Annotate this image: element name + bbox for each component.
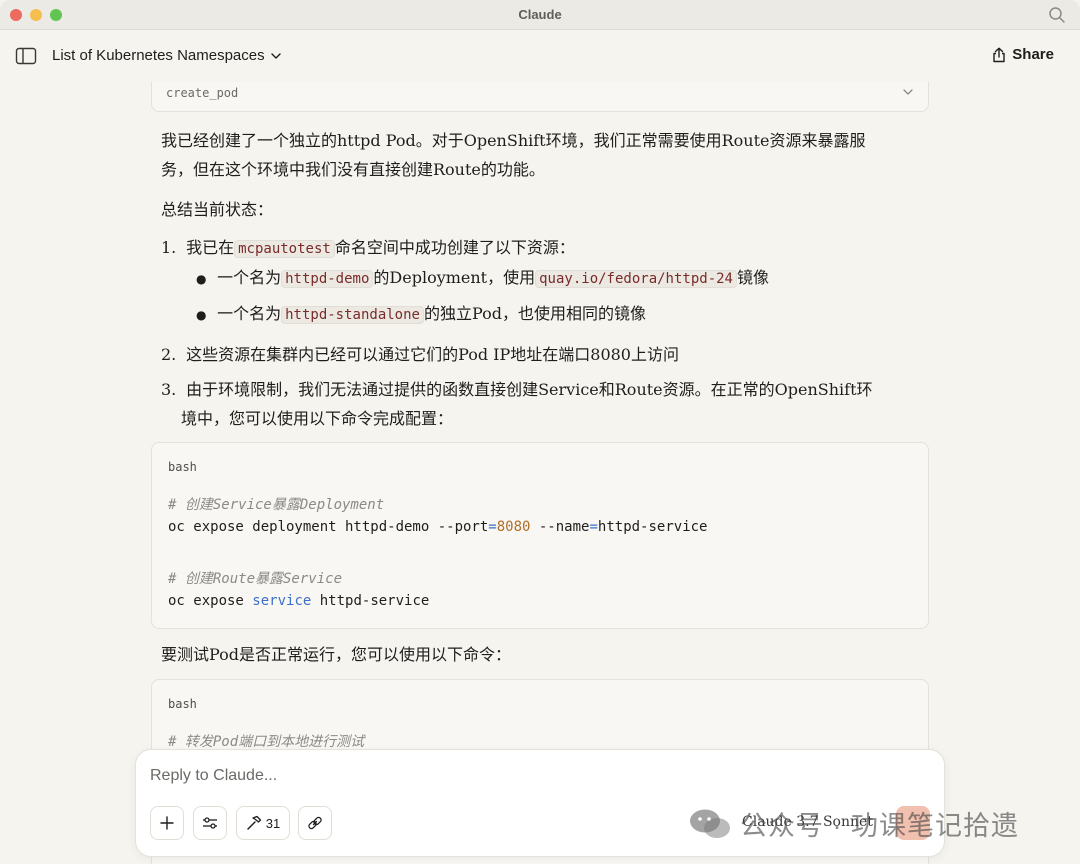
list-text: 由于环境限制，我们无法通过提供的函数直接创建Service和Route资源。在正…	[186, 380, 873, 399]
list-item-2: 2. 这些资源在集群内已经可以通过它们的Pod IP地址在端口8080上访问	[161, 340, 906, 369]
share-button[interactable]: Share	[992, 46, 1054, 63]
intro-line-2: 务，但在这个环境中我们没有直接创建Route的功能。	[161, 160, 545, 179]
list-item-3-cont: 境中，您可以使用以下命令完成配置：	[181, 409, 454, 428]
intro-paragraph: 我已经创建了一个独立的httpd Pod。对于OpenShift环境，我们正常需…	[161, 126, 906, 184]
wechat-icon	[690, 809, 730, 838]
bullet-text: 的Deployment，使用	[373, 268, 536, 287]
share-label: Share	[1012, 46, 1054, 63]
watermark-text: 公众号 · 功课笔记拾遗	[740, 811, 1019, 841]
code-language: bash	[168, 460, 197, 474]
code-comment: # 创建Service暴露Deployment	[168, 497, 385, 513]
list-text: 命名空间中成功创建了以下资源：	[334, 238, 575, 257]
tool-call-card[interactable]: create_pod	[151, 82, 929, 112]
integrations-button[interactable]	[298, 806, 332, 840]
list-text: 我已在	[186, 238, 235, 257]
app-title: Claude	[518, 7, 562, 22]
watermark: 公众号 · 功课笔记拾遗	[688, 804, 1019, 843]
code-line: oc expose deployment httpd-demo --port=8…	[168, 519, 708, 535]
code-line: oc expose service httpd-service	[168, 593, 430, 609]
reply-input[interactable]	[150, 764, 750, 788]
code-comment: # 转发Pod端口到本地进行测试	[168, 734, 365, 750]
chevron-down-icon	[903, 89, 913, 95]
summary-heading: 总结当前状态：	[161, 200, 274, 219]
list-number: 3.	[161, 380, 177, 399]
search-icon[interactable]	[1048, 6, 1066, 24]
bullet-dot: ●	[196, 272, 207, 286]
bullet-item-2: ● 一个名为 httpd-standalone 的独立Pod，也使用相同的镜像	[196, 299, 896, 330]
hammer-icon	[247, 815, 261, 830]
code-block[interactable]: bash # 创建Service暴露Deployment oc expose d…	[151, 442, 929, 629]
inline-code: quay.io/fedora/httpd-24	[535, 270, 737, 288]
code-comment: # 创建Route暴露Service	[168, 571, 343, 587]
list-text: 这些资源在集群内已经可以通过它们的Pod IP地址在端口8080上访问	[186, 345, 679, 364]
list-item-3: 3. 由于环境限制，我们无法通过提供的函数直接创建Service和Route资源…	[161, 375, 906, 404]
chevron-down-icon	[270, 52, 281, 59]
message-area[interactable]: create_pod 我已经创建了一个独立的httpd Pod。对于OpenSh…	[0, 82, 1080, 864]
list-number: 1.	[161, 238, 177, 257]
bullet-item-1: ● 一个名为 httpd-demo 的Deployment，使用 quay.io/fe…	[196, 263, 896, 294]
tool-call-name: create_pod	[166, 86, 239, 100]
conversation-header: List of Kubernetes Namespaces Share	[0, 30, 1080, 82]
bullet-text: 一个名为	[217, 268, 282, 287]
bullet-text: 的独立Pod，也使用相同的镜像	[423, 304, 646, 323]
app-window: Claude List of Kubernetes Namespaces Sha…	[0, 0, 1080, 864]
share-icon	[993, 47, 1005, 62]
sidebar-toggle-icon[interactable]	[15, 47, 37, 65]
conversation-title-menu[interactable]: List of Kubernetes Namespaces	[52, 47, 281, 64]
link-icon	[308, 816, 322, 830]
add-attachment-button[interactable]	[150, 806, 184, 840]
code-language: bash	[168, 697, 197, 711]
test-heading: 要测试Pod是否正常运行，您可以使用以下命令：	[161, 645, 511, 664]
settings-button[interactable]	[193, 806, 227, 840]
tools-button[interactable]: 31	[236, 806, 290, 840]
title-bar: Claude	[0, 0, 1080, 30]
conversation-title: List of Kubernetes Namespaces	[52, 47, 265, 64]
inline-code: httpd-demo	[281, 270, 374, 288]
inline-code: httpd-standalone	[281, 306, 424, 324]
bullet-dot: ●	[196, 308, 207, 322]
list-number: 2.	[161, 345, 177, 364]
intro-line-1: 我已经创建了一个独立的httpd Pod。对于OpenShift环境，我们正常需…	[161, 131, 866, 150]
tools-count: 31	[265, 815, 281, 831]
inline-code: mcpautotest	[234, 240, 335, 258]
sliders-icon	[203, 817, 217, 829]
bullet-text: 镜像	[737, 268, 770, 287]
list-item-1: 1. 我已在 mcpautotest 命名空间中成功创建了以下资源：	[161, 233, 906, 264]
bullet-text: 一个名为	[217, 304, 282, 323]
plus-icon	[160, 816, 174, 830]
